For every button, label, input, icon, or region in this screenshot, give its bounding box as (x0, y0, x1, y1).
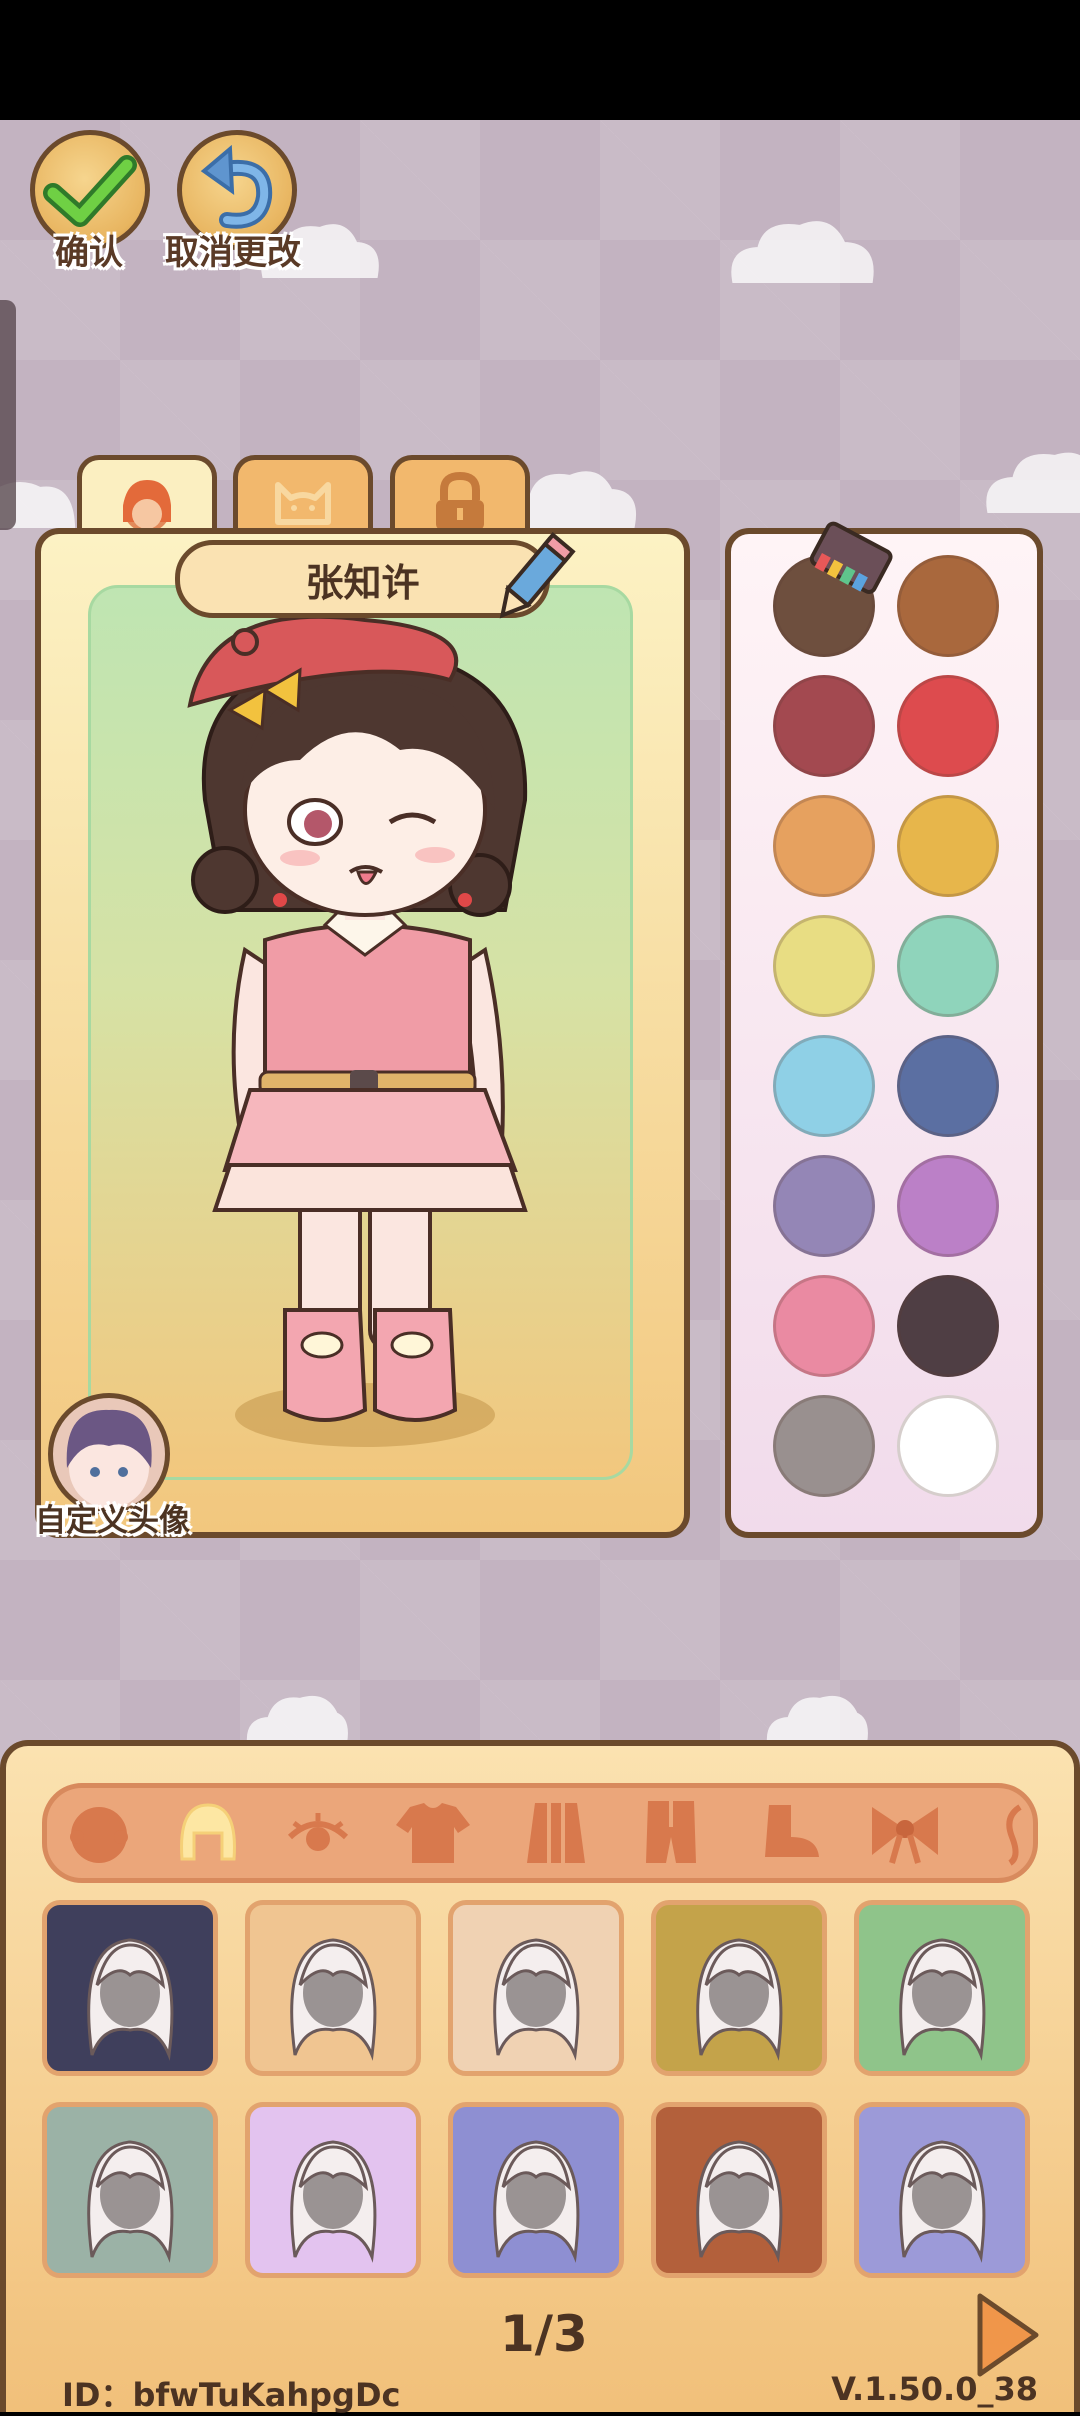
hair-item-card[interactable] (651, 2102, 827, 2278)
category-head-icon[interactable] (58, 1797, 140, 1869)
hairstyle-preview-icon (87, 1938, 174, 2061)
app-version: V.1.50.0_38 (831, 2370, 1038, 2408)
character-avatar[interactable] (150, 610, 590, 1480)
pencil-edit-icon[interactable] (487, 530, 577, 630)
color-swatch[interactable] (897, 1035, 999, 1137)
hairstyle-preview-icon (290, 2140, 377, 2263)
cloud-decoration (760, 1685, 870, 1745)
color-swatch[interactable] (897, 795, 999, 897)
confirm-label: 确认 (55, 233, 123, 273)
avatar-face-icon (66, 1409, 152, 1508)
hair-item-card[interactable] (651, 1900, 827, 2076)
hairstyle-preview-icon (493, 1938, 580, 2061)
category-accessory-icon[interactable] (990, 1797, 1030, 1869)
hair-item-card[interactable] (42, 2102, 218, 2278)
color-swatch[interactable] (773, 1035, 875, 1137)
cloud-decoration (240, 1685, 350, 1745)
side-drawer-handle[interactable] (0, 300, 16, 530)
hairstyle-preview-icon (899, 2140, 986, 2263)
color-swatch[interactable] (773, 675, 875, 777)
color-swatch[interactable] (897, 1275, 999, 1377)
category-coat-icon[interactable] (515, 1797, 597, 1869)
paint-box-icon (809, 521, 893, 594)
page-indicator: 1/3 (500, 2305, 588, 2363)
category-eyes-icon[interactable] (277, 1797, 359, 1869)
hairstyle-preview-icon (493, 2140, 580, 2263)
hair-item-card[interactable] (448, 2102, 624, 2278)
color-swatch[interactable] (897, 555, 999, 657)
hair-item-card[interactable] (854, 2102, 1030, 2278)
hairstyle-preview-icon (696, 2140, 783, 2263)
color-swatch[interactable] (773, 1275, 875, 1377)
color-swatch[interactable] (897, 675, 999, 777)
hair-item-card[interactable] (42, 1900, 218, 2076)
undo-changes-label: 取消更改 (165, 233, 301, 273)
category-top-icon[interactable] (392, 1797, 474, 1869)
color-swatch[interactable] (773, 1395, 875, 1497)
character-name: 张知许 (305, 560, 420, 605)
next-page-arrow-icon[interactable] (972, 2290, 1042, 2380)
hairstyle-preview-icon (696, 1938, 783, 2061)
color-swatch[interactable] (773, 795, 875, 897)
color-swatch[interactable] (773, 1155, 875, 1257)
custom-avatar-label: 自定义头像 (35, 1503, 190, 1539)
category-outfit-icon[interactable] (630, 1797, 712, 1869)
tab-pet[interactable] (233, 455, 373, 535)
hairstyle-preview-icon (290, 1938, 377, 2061)
category-shoes-icon[interactable] (750, 1797, 832, 1869)
category-hair-icon[interactable] (167, 1797, 249, 1869)
cloud-decoration (980, 440, 1080, 520)
color-swatch[interactable] (773, 915, 875, 1017)
hair-item-card[interactable] (854, 1900, 1030, 2076)
hairstyle-preview-icon (87, 2140, 174, 2263)
status-bar (0, 0, 1080, 120)
color-swatch[interactable] (897, 915, 999, 1017)
color-palette-panel (725, 528, 1043, 1538)
hair-item-card[interactable] (448, 1900, 624, 2076)
category-bow-icon[interactable] (864, 1797, 946, 1869)
cloud-decoration (725, 210, 885, 290)
player-id: ID：bfwTuKahpgDc (62, 2376, 401, 2414)
color-swatch[interactable] (897, 1395, 999, 1497)
color-swatch[interactable] (897, 1155, 999, 1257)
hairstyle-preview-icon (899, 1938, 986, 2061)
tab-locked[interactable] (390, 455, 530, 535)
hair-item-card[interactable] (245, 1900, 421, 2076)
hair-item-card[interactable] (245, 2102, 421, 2278)
